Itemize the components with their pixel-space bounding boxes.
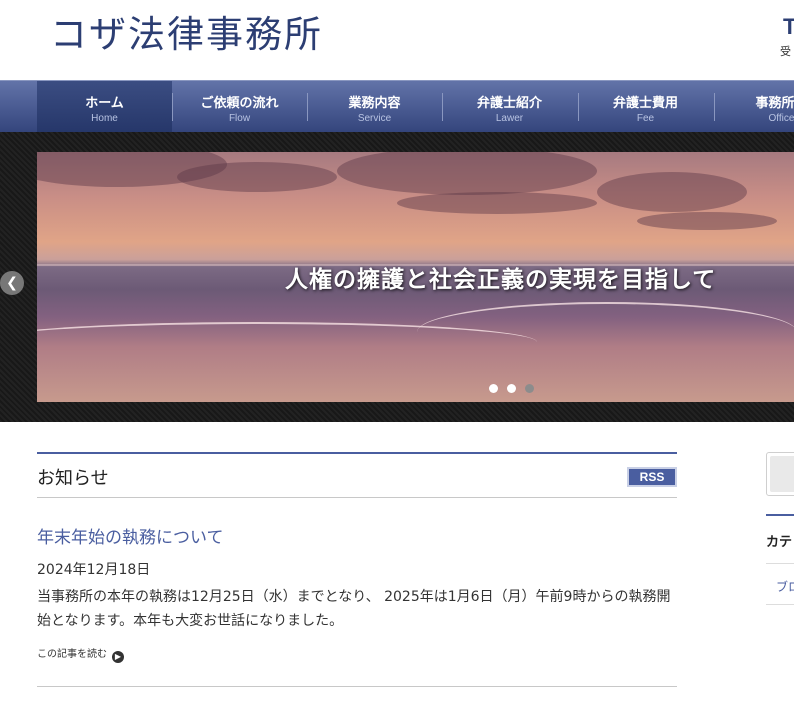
phone-number-fragment: T [783, 14, 794, 39]
slider-dot-2[interactable] [507, 384, 516, 393]
sidebar-search-box[interactable] [766, 452, 794, 496]
cloud-shape [337, 152, 597, 195]
read-more-label: この記事を読む [37, 649, 107, 660]
article-date: 2024年12月18日 [37, 562, 151, 578]
chevron-right-circle-icon: ▶ [112, 651, 124, 663]
article-body: 当事務所の本年の執務は12月25日（水）までとなり、 2025年は1月6日（月）… [37, 589, 671, 629]
article-title-link[interactable]: 年末年始の執務について [37, 523, 224, 548]
nav-label: ご依頼の流れ [200, 96, 279, 111]
nav-label: 業務内容 [348, 96, 401, 111]
nav-item-service[interactable]: 業務内容 Service [307, 81, 442, 132]
sidebar-rule [766, 514, 794, 516]
slider-dot-3[interactable] [525, 384, 534, 393]
nav-label: ホーム [85, 96, 124, 111]
global-nav: ホーム Home ご依頼の流れ Flow 業務内容 Service 弁護士紹介 … [0, 80, 794, 132]
site-header: コザ法律事務所 T 受 [0, 0, 794, 80]
nav-item-home[interactable]: ホーム Home [37, 81, 172, 132]
sidebar-category-heading: カテ [766, 535, 793, 550]
site-logo[interactable]: コザ法律事務所 [50, 4, 323, 58]
nav-sublabel: Service [357, 113, 392, 124]
nav-item-flow[interactable]: ご依頼の流れ Flow [172, 81, 307, 132]
nav-item-lawyer[interactable]: 弁護士紹介 Lawer [442, 81, 577, 132]
article-divider [37, 686, 677, 687]
chevron-left-icon[interactable]: ❮ [0, 271, 24, 295]
cloud-shape [397, 192, 597, 214]
nav-item-fee[interactable]: 弁護士費用 Fee [578, 81, 713, 132]
nav-sublabel: Office [768, 113, 794, 124]
nav-item-office[interactable]: 事務所概 Office [714, 81, 794, 132]
cloud-shape [597, 172, 747, 212]
sidebar-category-link[interactable]: ブロ [776, 578, 794, 595]
nav-sublabel: Flow [228, 113, 251, 124]
reception-hours-fragment: 受 [780, 45, 791, 58]
nav-sublabel: Lawer [495, 113, 524, 124]
cloud-shape [177, 162, 337, 192]
rss-button[interactable]: RSS [627, 467, 677, 487]
news-heading-divider [37, 497, 677, 498]
nav-label: 事務所概 [755, 96, 794, 111]
hero-caption: 人権の擁護と社会正義の実現を目指して [285, 266, 717, 293]
cloud-shape [637, 212, 777, 230]
nav-sublabel: Home [91, 113, 118, 124]
hero-slide[interactable]: 人権の擁護と社会正義の実現を目指して [37, 152, 794, 402]
nav-label: 弁護士紹介 [476, 96, 542, 111]
sidebar-divider [766, 604, 794, 605]
slider-dot-1[interactable] [489, 384, 498, 393]
search-input[interactable] [770, 456, 794, 492]
news-heading: お知らせ [37, 468, 109, 489]
wave-shape [417, 302, 794, 362]
nav-sublabel: Fee [636, 113, 655, 124]
read-more-link[interactable]: この記事を読む ▶ [37, 645, 124, 663]
sidebar-divider [766, 563, 794, 564]
nav-label: 弁護士費用 [612, 96, 678, 111]
news-top-rule [37, 452, 677, 454]
